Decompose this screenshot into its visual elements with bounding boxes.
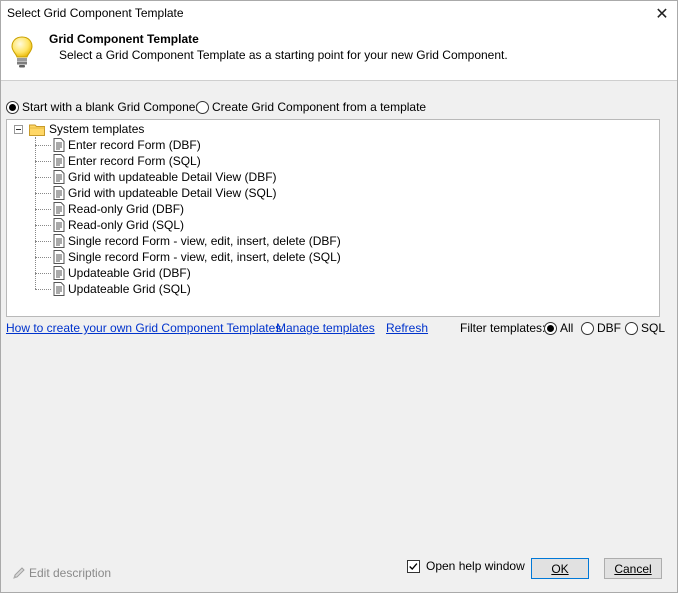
template-doc-icon xyxy=(53,266,65,280)
template-tree[interactable]: System templates Enter record Form (DBF)… xyxy=(6,119,660,317)
tree-item-readonly-dbf[interactable]: Read-only Grid (DBF) xyxy=(35,201,635,217)
radio-dot-sql[interactable] xyxy=(625,321,638,335)
ok-label: OK xyxy=(551,561,569,576)
tree-item-label: Read-only Grid (SQL) xyxy=(68,218,185,232)
template-doc-icon xyxy=(53,250,65,264)
open-help-checkbox[interactable]: Open help window xyxy=(407,559,525,573)
close-icon[interactable]: ✕ xyxy=(647,1,677,27)
links-row: How to create your own Grid Component Te… xyxy=(1,321,677,337)
collapse-icon[interactable] xyxy=(14,125,23,134)
filter-dbf-radio[interactable]: DBF xyxy=(581,321,621,335)
lightbulb-icon xyxy=(11,36,33,68)
ok-button[interactable]: OK xyxy=(531,558,589,579)
filter-templates-label: Filter templates: xyxy=(460,321,546,335)
tree-item-label: Read-only Grid (DBF) xyxy=(68,202,185,216)
header-panel: Grid Component Template Select a Grid Co… xyxy=(1,27,677,81)
edit-description-label: Edit description xyxy=(29,566,112,580)
tree-item-enter-record-dbf[interactable]: Enter record Form (DBF) xyxy=(35,137,635,153)
tree-item-grid-detail-sql[interactable]: Grid with updateable Detail View (SQL) xyxy=(35,185,635,201)
tree-item-label: Enter record Form (DBF) xyxy=(68,138,201,152)
filter-all-label: All xyxy=(560,321,574,335)
checkmark-icon xyxy=(409,562,418,570)
filter-all-radio[interactable]: All xyxy=(544,321,573,335)
open-help-label: Open help window xyxy=(426,559,525,573)
filter-dbf-label: DBF xyxy=(597,321,621,335)
template-doc-icon xyxy=(53,234,65,248)
pencil-icon xyxy=(13,567,25,579)
template-doc-icon xyxy=(53,138,65,152)
cancel-label: Cancel xyxy=(614,561,652,576)
tree-item-grid-detail-dbf[interactable]: Grid with updateable Detail View (DBF) xyxy=(35,169,635,185)
filter-sql-radio[interactable]: SQL xyxy=(625,321,665,335)
tree-item-label: Single record Form - view, edit, insert,… xyxy=(68,234,341,248)
tree-item-single-record-sql[interactable]: Single record Form - view, edit, insert,… xyxy=(35,249,635,265)
template-doc-icon xyxy=(53,170,65,184)
tree-item-label: Grid with updateable Detail View (DBF) xyxy=(68,170,277,184)
template-doc-icon xyxy=(53,154,65,168)
title-bar: Select Grid Component Template ✕ xyxy=(1,1,677,27)
header-title: Grid Component Template xyxy=(49,32,199,46)
radio-from-template[interactable]: Create Grid Component from a template xyxy=(196,100,426,114)
dialog-window: Select Grid Component Template ✕ Grid Co… xyxy=(0,0,678,593)
manage-templates-link[interactable]: Manage templates xyxy=(276,321,375,335)
radio-dot-blank[interactable] xyxy=(6,100,19,114)
radio-dot-all[interactable] xyxy=(544,321,557,335)
tree-item-label: Updateable Grid (DBF) xyxy=(68,266,191,280)
template-doc-icon xyxy=(53,218,65,232)
radio-dot-template[interactable] xyxy=(196,100,209,114)
refresh-link[interactable]: Refresh xyxy=(386,321,428,335)
tree-item-readonly-sql[interactable]: Read-only Grid (SQL) xyxy=(35,217,635,233)
template-doc-icon xyxy=(53,202,65,216)
template-doc-icon xyxy=(53,186,65,200)
edit-description-button[interactable]: Edit description xyxy=(12,566,111,580)
cancel-button[interactable]: Cancel xyxy=(604,558,662,579)
radio-template-label: Create Grid Component from a template xyxy=(212,100,427,114)
tree-item-label: Enter record Form (SQL) xyxy=(68,154,201,168)
how-to-templates-link[interactable]: How to create your own Grid Component Te… xyxy=(6,321,281,335)
tree-item-label: Single record Form - view, edit, insert,… xyxy=(68,250,341,264)
header-description: Select a Grid Component Template as a st… xyxy=(59,48,508,62)
window-title: Select Grid Component Template xyxy=(7,6,184,20)
template-doc-icon xyxy=(53,282,65,296)
filter-sql-label: SQL xyxy=(641,321,666,335)
folder-icon xyxy=(29,124,45,136)
tree-item-enter-record-sql[interactable]: Enter record Form (SQL) xyxy=(35,153,635,169)
tree-item-updateable-sql[interactable]: Updateable Grid (SQL) xyxy=(35,281,635,297)
tree-item-label: Updateable Grid (SQL) xyxy=(68,282,191,296)
tree-item-single-record-dbf[interactable]: Single record Form - view, edit, insert,… xyxy=(35,233,635,249)
radio-blank-label: Start with a blank Grid Component xyxy=(22,100,206,114)
tree-item-updateable-dbf[interactable]: Updateable Grid (DBF) xyxy=(35,265,635,281)
tree-item-label: Grid with updateable Detail View (SQL) xyxy=(68,186,277,200)
tree-root-label[interactable]: System templates xyxy=(49,122,144,136)
radio-dot-dbf[interactable] xyxy=(581,321,594,335)
radio-blank-component[interactable]: Start with a blank Grid Component xyxy=(6,100,205,114)
checkbox-box[interactable] xyxy=(407,559,420,573)
